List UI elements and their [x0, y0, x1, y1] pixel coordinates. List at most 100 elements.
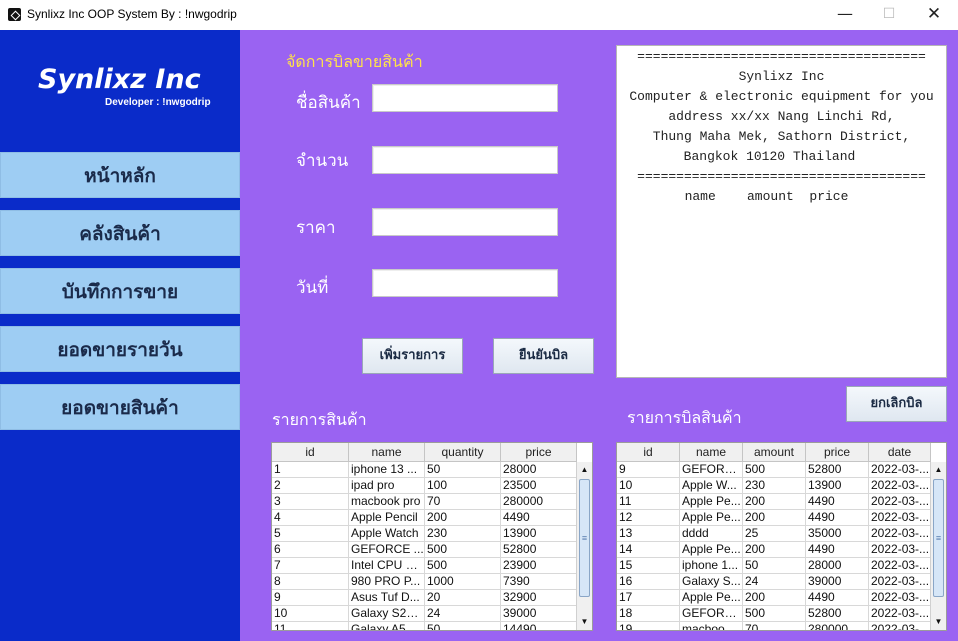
table-cell: 24 [743, 574, 806, 590]
table-row[interactable]: 13 dddd 25 35000 2022-03-... [617, 526, 931, 542]
scroll-down-icon[interactable]: ▼ [931, 614, 946, 630]
column-header[interactable]: price [806, 443, 869, 461]
column-header[interactable]: id [617, 443, 680, 461]
table-row[interactable]: 18 GEFORC... 500 52800 2022-03-... [617, 606, 931, 622]
close-button[interactable]: ✕ [911, 0, 957, 30]
table-cell: 10 [617, 478, 680, 494]
bill-table-body: 9 GEFORC... 500 52800 2022-03-... 10 Apple W..… [617, 462, 931, 630]
nav-home[interactable]: หน้าหลัก [0, 152, 240, 198]
table-cell: macbook pro [349, 494, 425, 510]
table-row[interactable]: 3 macbook pro 70 280000 [272, 494, 577, 510]
table-cell: 1 [272, 462, 349, 478]
table-row[interactable]: 10 Apple W... 230 13900 2022-03-... [617, 478, 931, 494]
receipt-address-3: Bangkok 10120 Thailand [683, 149, 856, 164]
scroll-up-icon[interactable]: ▲ [577, 462, 592, 478]
table-cell: 50 [425, 462, 501, 478]
table-cell: 7 [272, 558, 349, 574]
table-cell: 2022-03-... [869, 494, 931, 510]
table-row[interactable]: 10 Galaxy S22 ... 24 39000 [272, 606, 577, 622]
column-header[interactable]: quantity [425, 443, 501, 461]
table-row[interactable]: 8 980 PRO P... 1000 7390 [272, 574, 577, 590]
table-row[interactable]: 4 Apple Pencil 200 4490 [272, 510, 577, 526]
table-cell: 50 [743, 558, 806, 574]
maximize-button[interactable]: ☐ [866, 0, 912, 30]
amount-input[interactable] [372, 146, 558, 174]
table-row[interactable]: 12 Apple Pe... 200 4490 2022-03-... [617, 510, 931, 526]
table-row[interactable]: 15 iphone 1... 50 28000 2022-03-... [617, 558, 931, 574]
table-cell: 10 [272, 606, 349, 622]
date-input[interactable] [372, 269, 558, 297]
table-cell: 4490 [501, 510, 577, 526]
table-row[interactable]: 9 Asus Tuf D... 20 32900 [272, 590, 577, 606]
nav-daily-sales[interactable]: ยอดขายรายวัน [0, 326, 240, 372]
table-cell: Apple Pe... [680, 494, 743, 510]
table-cell: 50 [425, 622, 501, 630]
scroll-thumb[interactable] [933, 479, 944, 597]
title-bar: Synlixz Inc OOP System By : !nwgodrip — … [0, 0, 958, 30]
table-cell: 70 [743, 622, 806, 630]
receipt-address-1: address xx/xx Nang Linchi Rd, [668, 109, 895, 124]
table-cell: 18 [617, 606, 680, 622]
table-cell: 2022-03-... [869, 574, 931, 590]
table-cell: 6 [272, 542, 349, 558]
column-header[interactable]: id [272, 443, 349, 461]
product-name-input[interactable] [372, 84, 558, 112]
column-header[interactable]: name [680, 443, 743, 461]
nav-product-sales[interactable]: ยอดขายสินค้า [0, 384, 240, 430]
minimize-button[interactable]: — [822, 0, 868, 30]
column-header[interactable]: date [869, 443, 931, 461]
cancel-bill-button[interactable]: ยกเลิกบิล [846, 386, 947, 422]
column-header[interactable]: price [501, 443, 577, 461]
table-cell: 12 [617, 510, 680, 526]
table-cell: 70 [425, 494, 501, 510]
table-row[interactable]: 9 GEFORC... 500 52800 2022-03-... [617, 462, 931, 478]
scroll-up-icon[interactable]: ▲ [931, 462, 946, 478]
table-row[interactable]: 17 Apple Pe... 200 4490 2022-03-... [617, 590, 931, 606]
table-cell: 9 [617, 462, 680, 478]
products-scrollbar[interactable]: ▲ ▼ [576, 462, 592, 630]
bill-table: id name amount price date 9 GEFORC... 500 5… [616, 442, 947, 631]
table-cell: Intel CPU C... [349, 558, 425, 574]
table-cell: 200 [425, 510, 501, 526]
table-row[interactable]: 1 iphone 13 ... 50 28000 [272, 462, 577, 478]
table-row[interactable]: 19 macbook ... 70 280000 2022-03-... [617, 622, 931, 630]
price-input[interactable] [372, 208, 558, 236]
table-row[interactable]: 2 ipad pro 100 23500 [272, 478, 577, 494]
table-cell: Apple Watch [349, 526, 425, 542]
table-cell: 500 [425, 558, 501, 574]
table-cell: 17 [617, 590, 680, 606]
table-row[interactable]: 16 Galaxy S... 24 39000 2022-03-... [617, 574, 931, 590]
table-cell: 280000 [806, 622, 869, 630]
table-cell: iphone 13 ... [349, 462, 425, 478]
scroll-down-icon[interactable]: ▼ [577, 614, 592, 630]
table-cell: 52800 [806, 606, 869, 622]
table-row[interactable]: 11 Apple Pe... 200 4490 2022-03-... [617, 494, 931, 510]
bill-scrollbar[interactable]: ▲ ▼ [930, 462, 946, 630]
column-header[interactable]: amount [743, 443, 806, 461]
nav-sales-record[interactable]: บันทึกการขาย [0, 268, 240, 314]
table-row[interactable]: 14 Apple Pe... 200 4490 2022-03-... [617, 542, 931, 558]
add-item-button[interactable]: เพิ่มรายการ [362, 338, 463, 374]
table-row[interactable]: 11 Galaxy A52 ... 50 14490 [272, 622, 577, 630]
table-cell: 24 [425, 606, 501, 622]
table-cell: 200 [743, 494, 806, 510]
table-cell: 2022-03-... [869, 478, 931, 494]
nav-inventory[interactable]: คลังสินค้า [0, 210, 240, 256]
table-row[interactable]: 6 GEFORCE ... 500 52800 [272, 542, 577, 558]
confirm-bill-button[interactable]: ยืนยันบิล [493, 338, 594, 374]
table-row[interactable]: 7 Intel CPU C... 500 23900 [272, 558, 577, 574]
column-header[interactable]: name [349, 443, 425, 461]
table-cell: 7390 [501, 574, 577, 590]
table-cell: 2022-03-... [869, 622, 931, 630]
table-cell: 11 [617, 494, 680, 510]
window-title: Synlixz Inc OOP System By : !nwgodrip [27, 7, 237, 21]
products-table: id name quantity price 1 iphone 13 ... 50 2… [271, 442, 593, 631]
table-cell: GEFORC... [680, 462, 743, 478]
scroll-thumb[interactable] [579, 479, 590, 597]
table-cell: 28000 [806, 558, 869, 574]
table-cell: Apple Pe... [680, 542, 743, 558]
bill-title: รายการบิลสินค้า [627, 408, 742, 427]
table-cell: 8 [272, 574, 349, 590]
table-row[interactable]: 5 Apple Watch 230 13900 [272, 526, 577, 542]
table-cell: 39000 [806, 574, 869, 590]
